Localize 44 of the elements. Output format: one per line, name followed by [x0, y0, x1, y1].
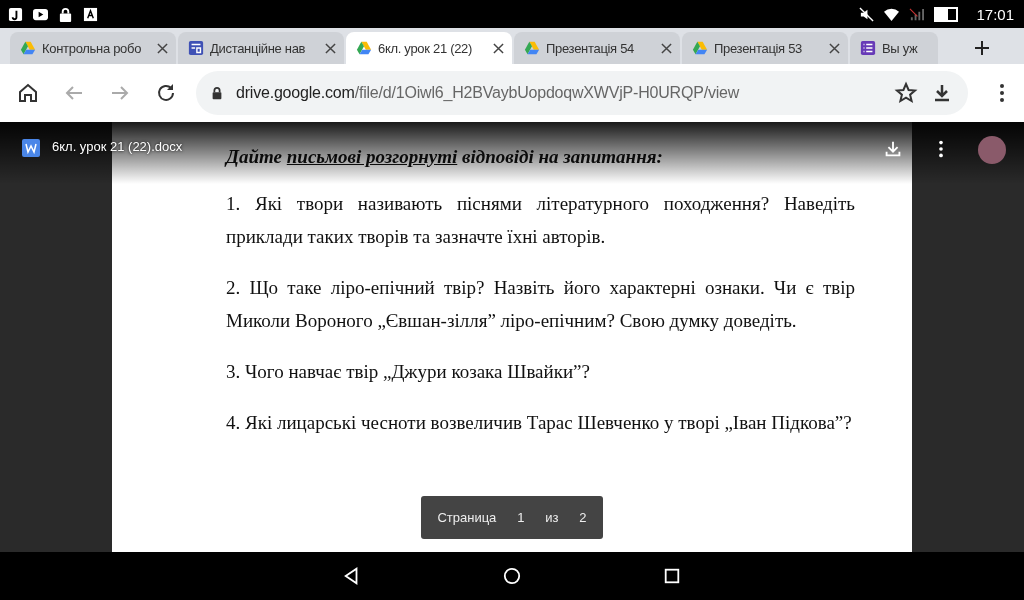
home-icon[interactable]: [16, 81, 40, 105]
video-icon: [33, 6, 48, 22]
word-file-icon: [22, 139, 40, 157]
avatar[interactable]: [978, 136, 1006, 164]
lock-icon: [58, 6, 73, 22]
mute-icon: [859, 6, 875, 22]
browser-tab[interactable]: Презентація 53: [682, 32, 848, 64]
close-icon[interactable]: [493, 42, 504, 54]
question-paragraph: 4. Які лицарські чесноти возвеличив Тарас Шевченко у творі „Іван Підкова”?: [226, 411, 853, 435]
question-paragraph: 3. Чого навчає твір „Джури козака Швайки”?: [226, 360, 591, 384]
browser-tab[interactable]: 6кл. урок 21 (22): [346, 32, 512, 64]
lock-icon: [210, 86, 224, 100]
star-icon[interactable]: [894, 81, 918, 105]
instruction-heading: Дайте письмові розгорнуті відповіді на запитання:: [226, 145, 664, 169]
battery-icon: [934, 6, 959, 22]
browser-tab[interactable]: Презентація 54: [514, 32, 680, 64]
app-icon: [83, 6, 98, 22]
list-icon: [860, 40, 876, 56]
total-pages: 2: [579, 510, 587, 525]
wifi-icon: [884, 6, 900, 22]
question-paragraph: 1. Які твори називають піснями літературного походження? Наведіть приклади таких творів та зазначте їхні авторів.: [226, 192, 855, 249]
current-page: 1: [517, 510, 525, 525]
page-label: Страница: [437, 510, 497, 525]
triangle-logo-icon: [692, 40, 708, 56]
app-icon: [8, 6, 23, 22]
browser-tab[interactable]: Контрольна робо: [10, 32, 176, 64]
close-icon[interactable]: [661, 42, 672, 54]
close-icon[interactable]: [157, 42, 168, 54]
new-tab-icon[interactable]: [974, 40, 990, 56]
clock-time: 17:01: [976, 5, 1014, 23]
signal-icon: [909, 6, 925, 22]
home-icon[interactable]: [503, 567, 521, 585]
page-separator: из: [545, 510, 559, 525]
browser-tab[interactable]: Дистанційне нав: [178, 32, 344, 64]
triangle-logo-icon: [356, 40, 372, 56]
recents-icon[interactable]: [663, 567, 681, 585]
browser-tab[interactable]: Вы уж: [850, 32, 938, 64]
form-icon: [188, 40, 204, 56]
question-paragraph: 2. Що таке ліро-епічний твір? Назвіть його характерні ознаки. Чи є твір Миколи Вороного „Євшан-зілля” ліро-епічним? Свою думку доведіть.: [226, 276, 855, 333]
address-field[interactable]: drive.google.com/file/d/1Oiwl6_H2BVaybUopdoqwXWVjP-H0URQP/view: [196, 71, 968, 115]
close-icon[interactable]: [325, 42, 336, 54]
triangle-logo-icon: [20, 40, 36, 56]
triangle-logo-icon: [524, 40, 540, 56]
close-icon[interactable]: [829, 42, 840, 54]
